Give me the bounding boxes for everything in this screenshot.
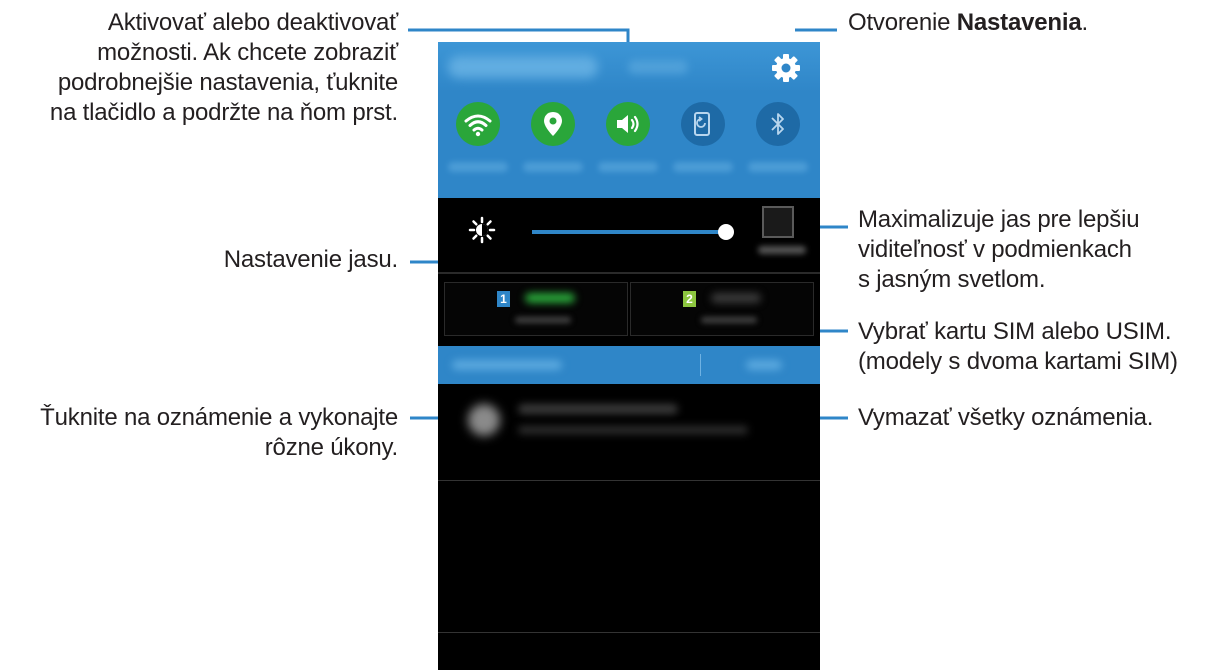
callout-toggles-line: podrobnejšie nastavenia, ťuknite — [57, 69, 398, 96]
outdoor-mode-label-blurred — [758, 246, 806, 254]
panel-bottom-separator — [438, 632, 820, 633]
callout-sim-line: Vybrať kartu SIM alebo USIM. — [858, 318, 1172, 345]
brightness-slider-track[interactable] — [532, 230, 728, 234]
wifi-icon — [464, 114, 492, 137]
callout-clear: Vymazať všetky oznámenia. — [858, 403, 1208, 433]
brightness-icon — [468, 216, 496, 244]
callout-outdoor-line: s jasným svetlom. — [858, 266, 1046, 293]
notifications-header — [438, 346, 820, 384]
settings-button[interactable] — [766, 50, 806, 86]
wifi-toggle[interactable] — [456, 102, 500, 146]
callout-brightness-text: Nastavenie jasu. — [223, 246, 398, 273]
notification-title-blurred — [518, 404, 678, 414]
sim-card-2-button[interactable]: 2 — [630, 282, 814, 336]
callout-settings-prefix: Otvorenie — [848, 9, 957, 36]
callout-notification-line: Ťuknite na oznámenie a vykonajte — [40, 404, 398, 431]
screen-rotation-toggle[interactable] — [681, 102, 725, 146]
notification-text-blurred — [518, 426, 748, 434]
sim-2-badge: 2 — [683, 291, 696, 307]
callout-toggles-line: Aktivovať alebo deaktivovať — [107, 9, 398, 36]
callout-settings-suffix: . — [1081, 9, 1088, 36]
callout-settings: Otvorenie Nastavenia. — [848, 8, 1208, 38]
toggle-label-blurred — [748, 162, 808, 172]
panel-divider — [438, 188, 820, 198]
toggle-label-blurred — [523, 162, 583, 172]
sim-1-badge: 1 — [497, 291, 510, 307]
sim-1-name-blurred — [525, 293, 575, 303]
callout-brightness: Nastavenie jasu. — [0, 245, 398, 275]
notification-separator — [438, 480, 820, 481]
sim-2-info-blurred — [701, 317, 757, 323]
callout-outdoor-line: viditeľnosť v podmienkach — [858, 236, 1132, 263]
callout-notification-line: rôzne úkony. — [264, 434, 398, 461]
callout-toggles: Aktivovať alebo deaktivovať možnosti. Ak… — [0, 8, 398, 128]
toggle-label-blurred — [598, 162, 658, 172]
location-icon — [544, 112, 562, 136]
callout-toggles-line: možnosti. Ak chcete zobraziť — [97, 39, 398, 66]
sim-card-1-button[interactable]: 1 — [444, 282, 628, 336]
callout-toggles-line: na tlačidlo a podržte na ňom prst. — [49, 99, 398, 126]
sound-toggle[interactable] — [606, 102, 650, 146]
screen-rotation-icon — [694, 112, 710, 136]
toggle-label-blurred — [448, 162, 508, 172]
brightness-slider-thumb[interactable] — [718, 224, 734, 240]
bluetooth-icon — [771, 113, 784, 135]
callout-sim-line: (modely s dvoma kartami SIM) — [858, 348, 1178, 375]
sound-icon — [617, 115, 639, 133]
notification-app-icon — [468, 404, 500, 436]
panel-header — [438, 42, 820, 92]
notification-panel: 1 2 — [438, 42, 820, 670]
location-toggle[interactable] — [531, 102, 575, 146]
sim-1-info-blurred — [515, 317, 571, 323]
quick-setting-toggles — [438, 92, 820, 188]
clear-all-button[interactable] — [718, 352, 812, 378]
callout-outdoor: Maximalizuje jas pre lepšiu viditeľnosť … — [858, 205, 1208, 295]
header-date-blurred — [448, 56, 598, 78]
callout-outdoor-line: Maximalizuje jas pre lepšiu — [858, 206, 1140, 233]
sim-2-name-blurred — [711, 293, 761, 303]
toggle-label-blurred — [673, 162, 733, 172]
clear-label-blurred — [746, 360, 782, 370]
callout-settings-bold: Nastavenia — [956, 9, 1082, 36]
brightness-row — [438, 198, 820, 272]
bluetooth-toggle[interactable] — [756, 102, 800, 146]
header-info-blurred — [628, 60, 688, 74]
notifications-header-divider — [700, 354, 701, 376]
sim-selector: 1 2 — [438, 274, 820, 344]
notifications-title-blurred — [452, 360, 562, 370]
outdoor-mode-checkbox[interactable] — [762, 206, 794, 238]
notification-item[interactable] — [438, 384, 820, 480]
gear-icon — [772, 54, 800, 82]
callout-notification: Ťuknite na oznámenie a vykonajte rôzne ú… — [0, 403, 398, 463]
callout-clear-text: Vymazať všetky oznámenia. — [858, 404, 1154, 431]
callout-sim: Vybrať kartu SIM alebo USIM. (modely s d… — [858, 317, 1214, 377]
